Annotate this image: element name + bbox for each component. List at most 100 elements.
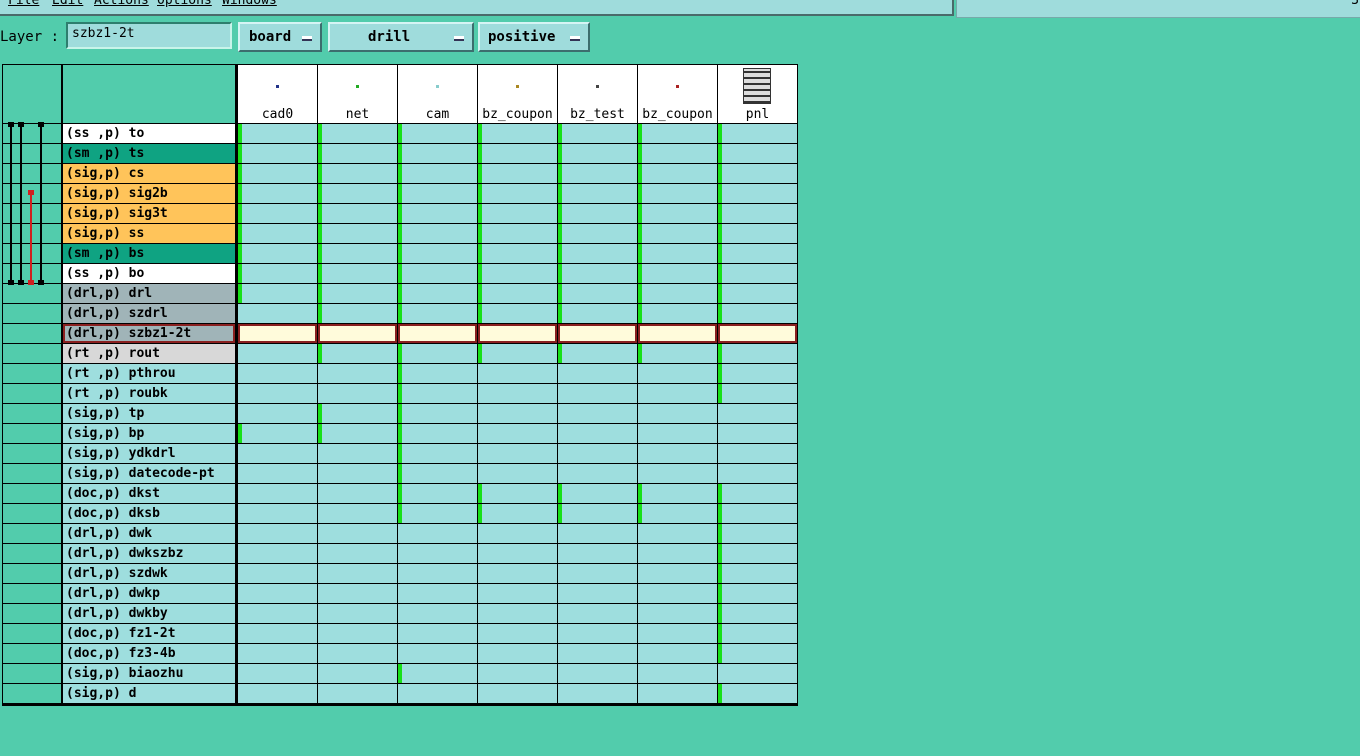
layer-name[interactable]: (sig,p) d — [63, 684, 235, 703]
matrix-cell[interactable] — [638, 244, 717, 263]
matrix-cell[interactable] — [478, 364, 557, 383]
matrix-cell[interactable] — [718, 184, 797, 203]
layer-name[interactable]: (drl,p) dwkby — [63, 604, 235, 623]
matrix-cell[interactable] — [398, 244, 477, 263]
matrix-cell[interactable] — [638, 524, 717, 543]
matrix-cell[interactable] — [478, 484, 557, 503]
matrix-cell[interactable] — [638, 584, 717, 603]
step-column-header[interactable]: bz_test — [558, 65, 637, 123]
matrix-cell[interactable] — [398, 384, 477, 403]
matrix-cell[interactable] — [478, 424, 557, 443]
matrix-cell[interactable] — [398, 284, 477, 303]
matrix-cell[interactable] — [718, 204, 797, 223]
matrix-cell[interactable] — [318, 604, 397, 623]
matrix-cell[interactable] — [398, 664, 477, 683]
matrix-cell[interactable] — [638, 664, 717, 683]
matrix-cell[interactable] — [718, 384, 797, 403]
matrix-cell[interactable] — [558, 124, 637, 143]
matrix-cell[interactable] — [318, 364, 397, 383]
matrix-cell[interactable] — [718, 404, 797, 423]
matrix-cell[interactable] — [638, 324, 717, 343]
step-column-header[interactable]: bz_coupon — [638, 65, 717, 123]
layer-name[interactable]: (drl,p) dwkszbz — [63, 544, 235, 563]
matrix-cell[interactable] — [638, 224, 717, 243]
matrix-cell[interactable] — [318, 664, 397, 683]
matrix-cell[interactable] — [398, 464, 477, 483]
matrix-cell[interactable] — [718, 664, 797, 683]
matrix-cell[interactable] — [478, 304, 557, 323]
matrix-cell[interactable] — [558, 604, 637, 623]
matrix-cell[interactable] — [558, 424, 637, 443]
matrix-cell[interactable] — [398, 204, 477, 223]
matrix-cell[interactable] — [718, 364, 797, 383]
layer-name[interactable]: (drl,p) drl — [63, 284, 235, 303]
matrix-cell[interactable] — [318, 484, 397, 503]
matrix-cell[interactable] — [398, 444, 477, 463]
layer-name[interactable]: (ss ,p) to — [63, 124, 235, 143]
step-column-header[interactable]: net — [318, 65, 397, 123]
matrix-cell[interactable] — [478, 624, 557, 643]
matrix-cell[interactable] — [718, 244, 797, 263]
matrix-cell[interactable] — [238, 144, 317, 163]
matrix-cell[interactable] — [318, 424, 397, 443]
matrix-cell[interactable] — [478, 184, 557, 203]
menu-windows[interactable]: Windows — [222, 0, 277, 8]
matrix-cell[interactable] — [238, 564, 317, 583]
matrix-cell[interactable] — [318, 624, 397, 643]
matrix-cell[interactable] — [398, 224, 477, 243]
matrix-cell[interactable] — [558, 384, 637, 403]
matrix-cell[interactable] — [558, 684, 637, 703]
matrix-cell[interactable] — [238, 684, 317, 703]
matrix-cell[interactable] — [318, 684, 397, 703]
matrix-cell[interactable] — [718, 444, 797, 463]
matrix-cell[interactable] — [638, 284, 717, 303]
matrix-cell[interactable] — [318, 284, 397, 303]
matrix-cell[interactable] — [638, 504, 717, 523]
matrix-cell[interactable] — [558, 544, 637, 563]
matrix-cell[interactable] — [478, 244, 557, 263]
matrix-cell[interactable] — [398, 644, 477, 663]
layer-name[interactable]: (doc,p) dkst — [63, 484, 235, 503]
matrix-cell[interactable] — [478, 324, 557, 343]
matrix-cell[interactable] — [638, 264, 717, 283]
matrix-cell[interactable] — [558, 404, 637, 423]
matrix-cell[interactable] — [718, 564, 797, 583]
matrix-cell[interactable] — [318, 384, 397, 403]
matrix-cell[interactable] — [478, 524, 557, 543]
matrix-cell[interactable] — [478, 664, 557, 683]
matrix-cell[interactable] — [238, 444, 317, 463]
matrix-cell[interactable] — [638, 564, 717, 583]
matrix-cell[interactable] — [718, 584, 797, 603]
matrix-cell[interactable] — [558, 264, 637, 283]
matrix-cell[interactable] — [638, 404, 717, 423]
matrix-cell[interactable] — [398, 604, 477, 623]
matrix-cell[interactable] — [718, 484, 797, 503]
layer-name[interactable]: (drl,p) dwk — [63, 524, 235, 543]
matrix-cell[interactable] — [718, 604, 797, 623]
matrix-cell[interactable] — [238, 484, 317, 503]
matrix-cell[interactable] — [398, 324, 477, 343]
matrix-cell[interactable] — [318, 124, 397, 143]
matrix-cell[interactable] — [398, 144, 477, 163]
matrix-cell[interactable] — [718, 304, 797, 323]
layer-name[interactable]: (sig,p) cs — [63, 164, 235, 183]
matrix-cell[interactable] — [478, 164, 557, 183]
matrix-cell[interactable] — [638, 144, 717, 163]
matrix-cell[interactable] — [398, 484, 477, 503]
layer-name[interactable]: (doc,p) fz3-4b — [63, 644, 235, 663]
matrix-cell[interactable] — [718, 224, 797, 243]
matrix-cell[interactable] — [238, 464, 317, 483]
layer-name[interactable]: (sm ,p) bs — [63, 244, 235, 263]
matrix-cell[interactable] — [318, 504, 397, 523]
matrix-cell[interactable] — [558, 344, 637, 363]
matrix-cell[interactable] — [238, 644, 317, 663]
matrix-cell[interactable] — [718, 344, 797, 363]
matrix-cell[interactable] — [318, 544, 397, 563]
matrix-cell[interactable] — [558, 304, 637, 323]
layer-name[interactable]: (sig,p) ss — [63, 224, 235, 243]
matrix-cell[interactable] — [478, 224, 557, 243]
matrix-cell[interactable] — [238, 404, 317, 423]
layer-name[interactable]: (doc,p) fz1-2t — [63, 624, 235, 643]
matrix-cell[interactable] — [638, 184, 717, 203]
matrix-cell[interactable] — [398, 304, 477, 323]
